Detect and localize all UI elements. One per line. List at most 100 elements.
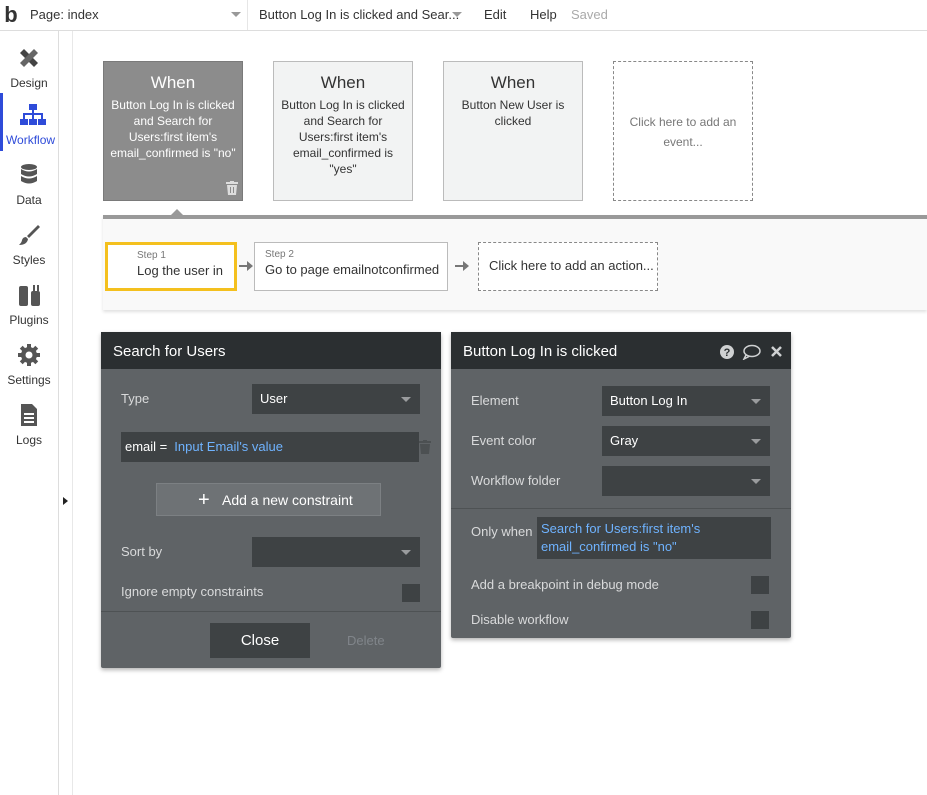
add-event-card[interactable]: Click here to add an event... bbox=[613, 61, 753, 201]
add-action-card[interactable]: Click here to add an action... bbox=[478, 242, 658, 291]
chevron-down-icon bbox=[452, 12, 462, 17]
event-color-value: Gray bbox=[610, 433, 639, 448]
plus-icon: + bbox=[198, 489, 210, 511]
event-description: Button New User is clicked bbox=[461, 98, 565, 128]
plug-icon bbox=[19, 285, 40, 306]
disable-workflow-checkbox[interactable] bbox=[751, 611, 769, 629]
trash-icon[interactable] bbox=[419, 440, 431, 454]
sidebar-item-label: Design bbox=[10, 76, 48, 90]
sidebar-item-styles[interactable]: Styles bbox=[0, 213, 58, 271]
constraint-row[interactable]: email = Input Email's value bbox=[121, 432, 419, 462]
trash-icon[interactable] bbox=[226, 181, 238, 195]
sidebar-item-label: Data bbox=[16, 193, 42, 207]
event-card-selected[interactable]: When Button Log In is clicked and Search… bbox=[103, 61, 243, 201]
panel-header-icons: ? bbox=[719, 344, 785, 365]
sidebar-item-label: Workflow bbox=[5, 133, 56, 147]
workflow-folder-dropdown[interactable] bbox=[602, 466, 770, 496]
menu-edit[interactable]: Edit bbox=[484, 7, 506, 22]
element-label: Element bbox=[471, 393, 519, 408]
chevron-down-icon bbox=[231, 12, 241, 17]
sidebar-item-plugins[interactable]: Plugins bbox=[0, 273, 58, 331]
close-button[interactable]: Close bbox=[210, 623, 310, 658]
ignore-empty-label: Ignore empty constraints bbox=[121, 584, 264, 599]
sidebar-item-design[interactable]: Design bbox=[0, 36, 58, 94]
constraint-key: email = bbox=[125, 439, 168, 454]
constraint-value[interactable]: Input Email's value bbox=[174, 439, 283, 454]
add-constraint-button[interactable]: + Add a new constraint bbox=[156, 483, 381, 516]
sidebar-item-data[interactable]: Data bbox=[0, 153, 58, 211]
step-number: Step 1 bbox=[137, 250, 166, 261]
event-color-dropdown[interactable]: Gray bbox=[602, 426, 770, 456]
search-editor-panel: Search for Users Type User email = Input … bbox=[101, 332, 441, 668]
divider bbox=[101, 611, 441, 612]
element-dropdown[interactable]: Button Log In bbox=[602, 386, 770, 416]
event-when-label: When bbox=[490, 73, 536, 92]
divider bbox=[451, 508, 791, 509]
chevron-down-icon bbox=[401, 550, 411, 555]
delete-button[interactable]: Delete bbox=[347, 633, 385, 648]
page-dropdown-label: Page: index bbox=[30, 7, 99, 22]
ignore-empty-checkbox[interactable] bbox=[402, 584, 420, 602]
event-card[interactable]: When Button New User is clicked bbox=[443, 61, 583, 201]
top-bar: b Page: index Button Log In is clicked a… bbox=[0, 0, 927, 31]
event-color-label: Event color bbox=[471, 433, 537, 448]
sidebar: Design Workflow Data Styles Plugins Sett… bbox=[0, 31, 59, 795]
saved-status: Saved bbox=[571, 7, 608, 22]
close-icon[interactable] bbox=[771, 346, 782, 357]
add-constraint-label: Add a new constraint bbox=[222, 492, 353, 508]
panel-title: Search for Users bbox=[101, 332, 441, 369]
step-number: Step 2 bbox=[265, 249, 294, 260]
sortby-dropdown[interactable] bbox=[252, 537, 420, 567]
comment-icon[interactable] bbox=[742, 344, 761, 361]
event-card[interactable]: When Button Log In is clicked and Search… bbox=[273, 61, 413, 201]
element-dropdown-value: Button Log In bbox=[610, 393, 688, 408]
sidebar-item-label: Plugins bbox=[9, 313, 49, 327]
event-description: Button Log In is clicked and Search for … bbox=[110, 98, 236, 160]
document-icon bbox=[21, 404, 37, 426]
arrow-right-icon bbox=[239, 261, 253, 271]
disable-workflow-label: Disable workflow bbox=[471, 612, 569, 627]
svg-text:?: ? bbox=[724, 347, 731, 359]
step-action: Go to page emailnotconfirmed bbox=[265, 262, 440, 277]
database-icon bbox=[21, 164, 37, 184]
sidebar-item-settings[interactable]: Settings bbox=[0, 333, 58, 391]
workflow-folder-label: Workflow folder bbox=[471, 473, 561, 488]
event-description: Button Log In is clicked and Search for … bbox=[281, 98, 405, 176]
chevron-down-icon bbox=[751, 439, 761, 444]
step-action: Log the user in bbox=[137, 263, 224, 278]
workflow-icon bbox=[20, 104, 46, 125]
breakpoint-checkbox[interactable] bbox=[751, 576, 769, 594]
workflow-dropdown[interactable]: Button Log In is clicked and Sear... bbox=[250, 0, 468, 30]
bubble-logo[interactable]: b bbox=[0, 2, 22, 28]
add-action-label: Click here to add an action... bbox=[489, 258, 654, 273]
sidebar-item-label: Settings bbox=[7, 373, 51, 387]
chevron-down-icon bbox=[751, 479, 761, 484]
step-card[interactable]: Step 2 Go to page emailnotconfirmed bbox=[254, 242, 448, 291]
chevron-down-icon bbox=[401, 397, 411, 402]
brush-icon bbox=[19, 225, 40, 245]
event-when-label: When bbox=[150, 73, 196, 92]
add-event-label: Click here to add an event... bbox=[629, 115, 737, 149]
canvas-divider bbox=[72, 31, 73, 795]
expand-panel-arrow-icon[interactable] bbox=[63, 497, 68, 505]
gear-icon bbox=[18, 344, 40, 366]
only-when-condition-field[interactable]: Search for Users:first item's email_conf… bbox=[537, 517, 771, 559]
breakpoint-label: Add a breakpoint in debug mode bbox=[471, 577, 659, 592]
only-when-label: Only when bbox=[471, 524, 533, 539]
sidebar-item-logs[interactable]: Logs bbox=[0, 393, 58, 451]
page-dropdown[interactable]: Page: index bbox=[22, 0, 248, 30]
workflow-steps: Step 1 Log the user in Step 2 Go to page… bbox=[103, 215, 927, 310]
design-icon bbox=[20, 49, 38, 67]
chevron-down-icon bbox=[751, 399, 761, 404]
sortby-label: Sort by bbox=[121, 544, 163, 559]
step-card-selected[interactable]: Step 1 Log the user in bbox=[105, 242, 237, 291]
event-editor-panel: Button Log In is clicked ? Element Butto… bbox=[451, 332, 791, 638]
type-label: Type bbox=[121, 391, 150, 406]
menu-help[interactable]: Help bbox=[530, 7, 557, 22]
help-icon[interactable]: ? bbox=[720, 345, 734, 359]
sidebar-item-workflow[interactable]: Workflow bbox=[0, 93, 58, 151]
type-dropdown[interactable]: User bbox=[252, 384, 420, 414]
workflow-dropdown-label: Button Log In is clicked and Sear... bbox=[259, 7, 460, 22]
arrow-right-icon bbox=[455, 261, 469, 271]
sidebar-item-label: Logs bbox=[15, 433, 43, 447]
